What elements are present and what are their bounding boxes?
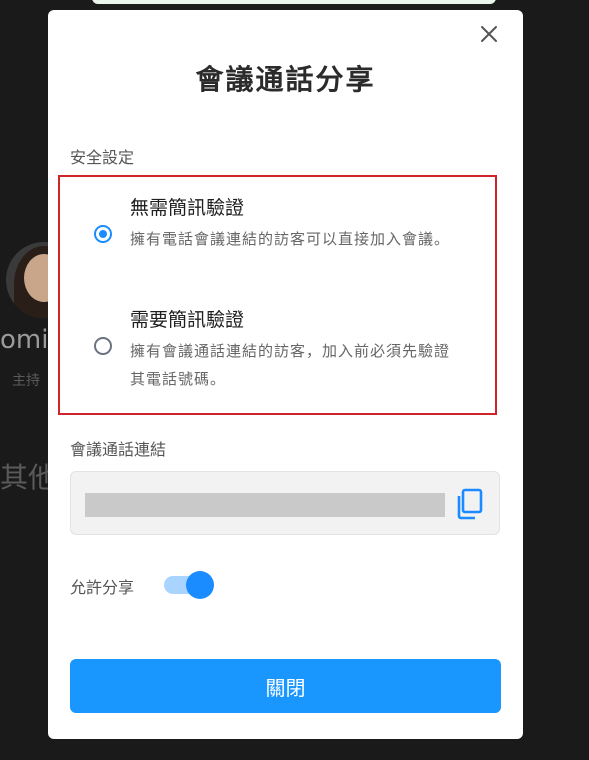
close-icon[interactable] <box>477 22 501 46</box>
radio-require-sms-verification[interactable] <box>94 337 112 355</box>
dialog-title: 會議通話分享 <box>195 63 376 96</box>
share-dialog: 會議通話分享 安全設定 無需簡訊驗證 擁有電話會議連結的訪客可以直接加入會議。 … <box>48 10 523 739</box>
close-button[interactable]: 關閉 <box>70 659 501 713</box>
option-no-sms-verification[interactable]: 無需簡訊驗證 擁有電話會議連結的訪客可以直接加入會議。 <box>60 177 495 292</box>
option-title: 需要簡訊驗證 <box>130 309 245 331</box>
option-description: 擁有電話會議連結的訪客可以直接加入會議。 <box>130 230 451 248</box>
copy-icon[interactable] <box>455 488 485 520</box>
radio-no-sms-verification[interactable] <box>94 225 112 243</box>
allow-sharing-label: 允許分享 <box>70 578 135 597</box>
meeting-link-label: 會議通話連結 <box>70 440 167 459</box>
meeting-link-value <box>85 493 445 517</box>
meeting-link-field[interactable] <box>70 471 500 535</box>
option-title: 無需簡訊驗證 <box>130 197 245 219</box>
background-participant-name: omi <box>0 325 49 355</box>
toggle-knob <box>186 571 214 599</box>
option-description: 擁有會議通話連結的訪客，加入前必須先驗證其電話號碼。 <box>130 342 451 388</box>
security-settings-label: 安全設定 <box>70 148 135 167</box>
background-participant-role: 主持 <box>12 373 40 389</box>
allow-sharing-toggle[interactable] <box>164 571 214 599</box>
background-status-bar <box>92 0 496 4</box>
security-options-highlight: 無需簡訊驗證 擁有電話會議連結的訪客可以直接加入會議。 需要簡訊驗證 擁有會議通… <box>58 175 497 415</box>
option-require-sms-verification[interactable]: 需要簡訊驗證 擁有會議通話連結的訪客，加入前必須先驗證其電話號碼。 <box>60 292 495 410</box>
